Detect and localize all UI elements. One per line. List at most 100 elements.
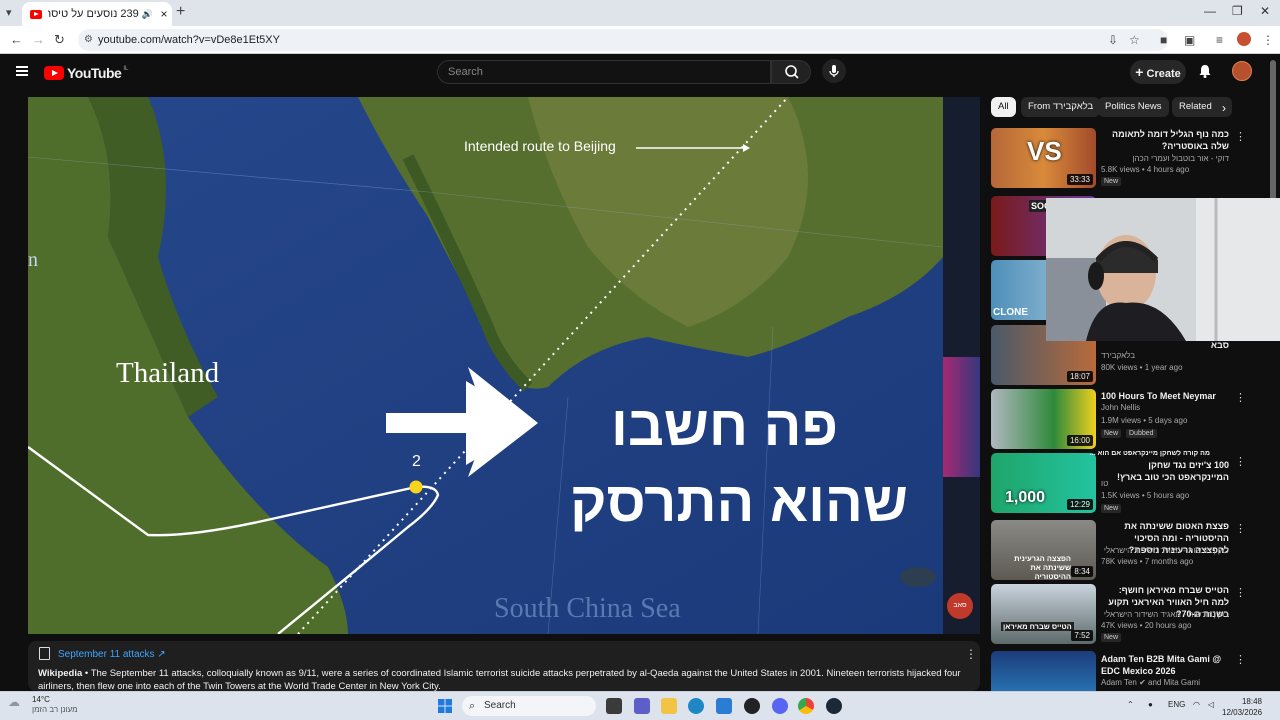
- info-panel-title-link[interactable]: September 11 attacks ↗: [58, 649, 166, 660]
- language-indicator[interactable]: ENG: [1168, 700, 1185, 709]
- caption-line-1: פה חשבו: [611, 394, 838, 457]
- chip-all[interactable]: All: [991, 97, 1016, 117]
- info-panel: September 11 attacks ↗ Wikipedia • The S…: [28, 641, 980, 692]
- video-thumbnail[interactable]: הפצצה הגרעינית ששינתה את ההיסטוריה 8:34: [991, 520, 1096, 580]
- windows-start-icon[interactable]: [438, 699, 452, 713]
- streamer-camera-feed: [1046, 198, 1280, 341]
- more-actions-icon[interactable]: ⋮: [1235, 522, 1246, 535]
- logo-text: YouTube: [67, 65, 122, 81]
- steam-icon[interactable]: [826, 698, 842, 714]
- channel-name[interactable]: John Nellis: [1101, 403, 1229, 412]
- file-explorer-icon[interactable]: [661, 698, 677, 714]
- video-title[interactable]: כמה נוף הגליל דומה לתאומה שלה באוסטריה?: [1101, 128, 1229, 152]
- edge-letter: n: [28, 249, 38, 271]
- search-button[interactable]: [771, 60, 811, 84]
- taskbar-search[interactable]: ⌕ Search: [462, 696, 596, 716]
- youtube-header: YouTube IL Search + Create: [0, 54, 1280, 90]
- tab-search-icon[interactable]: ≡: [1216, 33, 1223, 47]
- chips-next-icon[interactable]: ›: [1222, 101, 1226, 115]
- video-thumbnail[interactable]: הטייס שברח מאיראן 7:52: [991, 584, 1096, 644]
- menu-icon[interactable]: [16, 66, 28, 76]
- browser-tab[interactable]: 239 נוסעים על טיסה זו... 🔊 ×: [22, 2, 172, 26]
- system-clock[interactable]: 18:48 12/03/2026: [1222, 696, 1262, 718]
- channel-name[interactable]: דוקי - אור בוטבול ועמרי הכהן: [1101, 154, 1229, 163]
- more-actions-icon[interactable]: ⋮: [1235, 391, 1246, 404]
- chip-politics-news[interactable]: Politics News: [1098, 97, 1169, 117]
- video-title[interactable]: Adam Ten B2B Mita Gami @ EDC Mexico 2026: [1101, 653, 1229, 677]
- video-thumbnail[interactable]: [991, 651, 1096, 691]
- video-title[interactable]: 100 Hours To Meet Neymar: [1101, 390, 1229, 402]
- waypoint-label: 2: [412, 453, 421, 470]
- url-field[interactable]: ⚙ youtube.com/watch?v=vDe8e1Et5XY: [78, 29, 1168, 51]
- voice-search-button[interactable]: [822, 59, 846, 83]
- browser-profile-avatar[interactable]: [1237, 32, 1251, 46]
- tab-list-icon[interactable]: ▾: [6, 6, 12, 19]
- browser-menu-icon[interactable]: ⋮: [1262, 33, 1274, 47]
- weather-temp: 14°C: [32, 695, 50, 704]
- video-thumbnail[interactable]: 1,000 12:29: [991, 453, 1096, 513]
- more-actions-icon[interactable]: ⋮: [1235, 586, 1246, 599]
- tab-close-icon[interactable]: ×: [156, 7, 172, 21]
- new-tab-icon[interactable]: +: [176, 3, 185, 21]
- tray-mic-icon[interactable]: ●: [1148, 700, 1153, 709]
- store-icon[interactable]: [716, 698, 732, 714]
- site-info-icon[interactable]: ⚙: [84, 29, 93, 51]
- channel-name[interactable]: כאן | חדשות - תאגיד השידור הישראלי: [1101, 546, 1229, 555]
- account-avatar[interactable]: [1232, 61, 1252, 81]
- wifi-icon[interactable]: ◠: [1193, 700, 1200, 709]
- microphone-icon: [829, 65, 839, 77]
- edge-icon[interactable]: [688, 698, 704, 714]
- search-input[interactable]: Search: [437, 60, 771, 84]
- teams-icon[interactable]: [634, 698, 650, 714]
- video-thumbnail[interactable]: 16:00: [991, 389, 1096, 449]
- taskbar-search-label: Search: [484, 700, 516, 711]
- create-button[interactable]: + Create: [1130, 60, 1186, 84]
- channel-name[interactable]: בלאקבירד: [1101, 351, 1229, 360]
- document-icon: [39, 647, 50, 660]
- channel-name[interactable]: כאן | חדשות - תאגיד השידור הישראלי: [1101, 610, 1229, 619]
- channel-name[interactable]: Adam Ten ✔ and Mita Gami: [1101, 678, 1229, 687]
- minimize-icon[interactable]: —: [1204, 4, 1216, 18]
- duration-badge: 8:34: [1071, 566, 1093, 577]
- tab-audio-icon[interactable]: 🔊: [142, 9, 153, 20]
- bookmark-star-icon[interactable]: ☆: [1129, 33, 1140, 47]
- chip-from-channel[interactable]: From בלאקבירד: [1021, 97, 1101, 117]
- extension-icon[interactable]: ■: [1160, 33, 1167, 47]
- recommendation-item[interactable]: 16:00 100 Hours To Meet Neymar John Nell…: [991, 389, 1251, 451]
- task-view-icon[interactable]: [606, 698, 622, 714]
- route-label: Intended route to Beijing: [464, 138, 616, 154]
- browser-tab-strip: ▾ 239 נוסעים על טיסה זו... 🔊 × + — ❐ ✕: [0, 0, 1280, 26]
- recommendation-item[interactable]: הפצצה הגרעינית ששינתה את ההיסטוריה 8:34 …: [991, 520, 1251, 582]
- tray-overflow-icon[interactable]: ⌃: [1127, 700, 1134, 709]
- recommendation-item[interactable]: VS 33:33 כמה נוף הגליל דומה לתאומה שלה ב…: [991, 128, 1251, 190]
- clock-date: 12/03/2026: [1222, 708, 1263, 717]
- thumbnail-text: CLONE: [993, 307, 1028, 318]
- forward-icon[interactable]: →: [32, 32, 45, 47]
- recommendation-item[interactable]: הטייס שברח מאיראן 7:52 הטייס שברח מאיראן…: [991, 584, 1251, 646]
- more-actions-icon[interactable]: ⋮: [1235, 455, 1246, 468]
- info-panel-more-icon[interactable]: ⋮: [965, 647, 977, 661]
- notifications-bell-icon[interactable]: [1197, 63, 1213, 79]
- back-icon[interactable]: ←: [10, 32, 23, 47]
- sidebar-scrollbar[interactable]: [1270, 60, 1276, 200]
- more-actions-icon[interactable]: ⋮: [1235, 653, 1246, 666]
- video-thumbnail[interactable]: VS 33:33: [991, 128, 1096, 188]
- volume-icon[interactable]: ◁: [1208, 700, 1214, 709]
- watermark-text: סאב: [953, 602, 967, 609]
- obs-icon[interactable]: [744, 698, 760, 714]
- recommendation-item[interactable]: 1,000 12:29 מה קורה לשחקן מיינקראפט אם ה…: [991, 450, 1251, 515]
- channel-watermark: סאב: [947, 593, 973, 619]
- discord-icon[interactable]: [772, 698, 788, 714]
- maximize-icon[interactable]: ❐: [1232, 4, 1243, 18]
- youtube-logo[interactable]: YouTube IL: [44, 65, 128, 81]
- video-player[interactable]: Intended route to Beijing Thailand South…: [28, 97, 943, 634]
- channel-name[interactable]: טו: [1101, 479, 1229, 488]
- chrome-icon[interactable]: [798, 698, 814, 714]
- more-actions-icon[interactable]: ⋮: [1235, 130, 1246, 143]
- install-app-icon[interactable]: ⇩: [1108, 33, 1118, 47]
- new-badge: New: [1101, 429, 1122, 438]
- close-window-icon[interactable]: ✕: [1260, 4, 1270, 18]
- extensions-puzzle-icon[interactable]: ▣: [1184, 33, 1195, 47]
- recommendation-item[interactable]: Adam Ten B2B Mita Gami @ EDC Mexico 2026…: [991, 651, 1251, 691]
- reload-icon[interactable]: ↻: [54, 32, 65, 48]
